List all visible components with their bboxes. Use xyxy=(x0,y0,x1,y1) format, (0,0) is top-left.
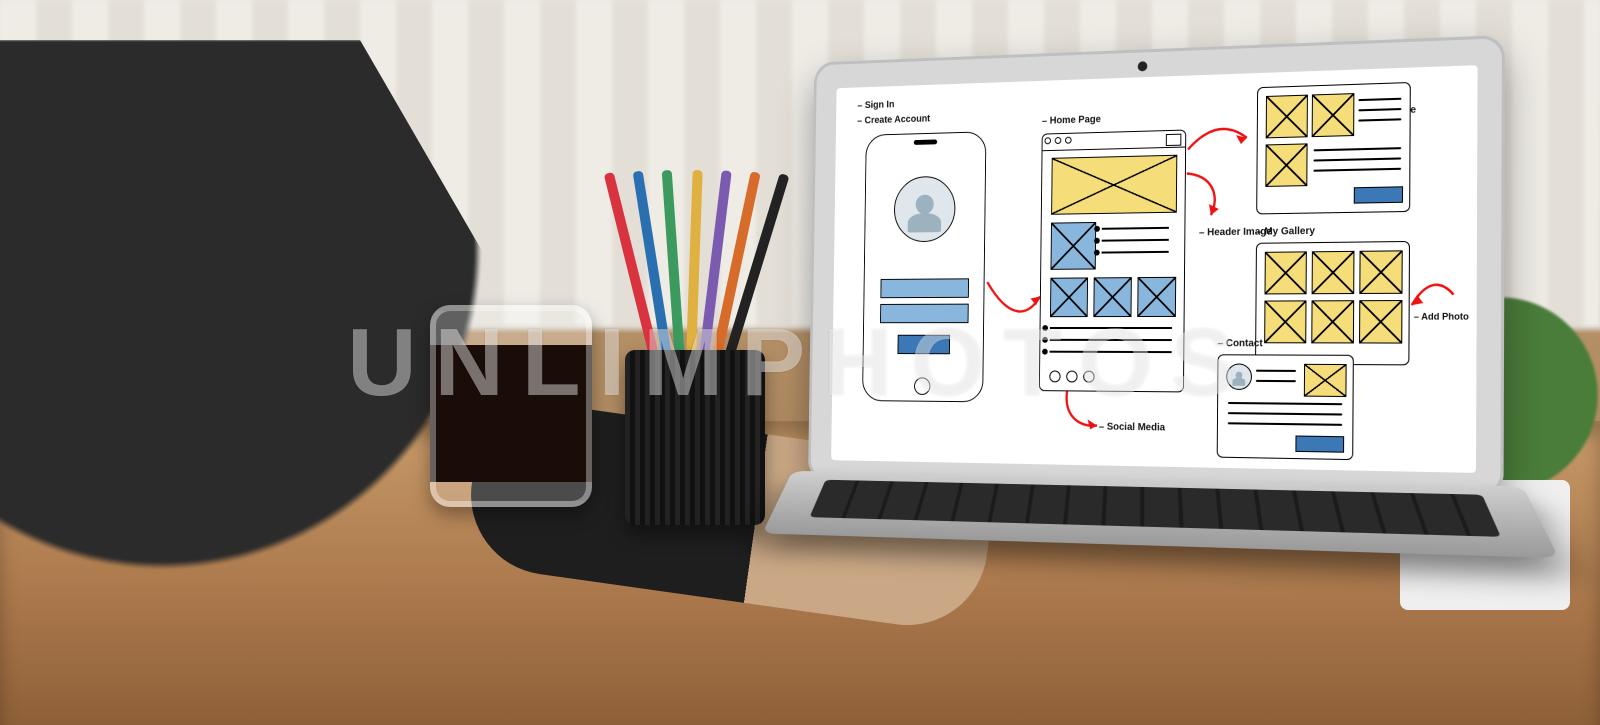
contact-image xyxy=(1304,364,1347,397)
arrow-icon xyxy=(1184,118,1253,160)
label-add-photo: Add Photo xyxy=(1414,311,1469,322)
text-line xyxy=(1102,251,1169,254)
profile-thumb xyxy=(1265,143,1307,187)
text-line xyxy=(1228,412,1342,415)
signin-phone-frame xyxy=(862,131,986,402)
label-social-media: Social Media xyxy=(1099,422,1165,434)
arrow-icon xyxy=(982,267,1048,326)
hero-image xyxy=(1051,155,1177,215)
text-line xyxy=(1313,168,1401,172)
profile-thumb xyxy=(1266,95,1308,139)
thumb-image xyxy=(1093,277,1132,317)
text-line xyxy=(1228,402,1342,405)
home-page-frame xyxy=(1039,130,1186,393)
label-contact: Contact xyxy=(1218,338,1263,349)
password-field xyxy=(880,304,969,324)
text-line xyxy=(1314,147,1402,151)
laptop: Sign In Create Account xyxy=(806,35,1505,624)
arrow-icon xyxy=(1182,164,1231,225)
text-line xyxy=(1313,157,1401,161)
label-create-account: Create Account xyxy=(857,114,930,127)
signin-button xyxy=(897,335,950,355)
social-icon xyxy=(1083,371,1095,383)
gallery-thumb xyxy=(1264,300,1306,343)
text-line xyxy=(1358,98,1401,101)
profile-thumb xyxy=(1312,93,1355,137)
save-button xyxy=(1354,186,1403,203)
edit-profile-frame xyxy=(1256,82,1411,214)
text-line xyxy=(1050,327,1172,329)
search-icon xyxy=(1166,134,1182,146)
gallery-thumb xyxy=(1359,300,1402,344)
text-line xyxy=(1358,118,1401,121)
phone-home-icon xyxy=(914,377,930,395)
text-line xyxy=(1050,351,1172,353)
label-sign-in: Sign In xyxy=(857,100,894,112)
text-line xyxy=(1102,239,1169,242)
text-line xyxy=(1256,380,1296,382)
arrow-icon xyxy=(1405,274,1457,316)
text-line xyxy=(1358,108,1401,111)
avatar-icon xyxy=(1226,363,1252,390)
stock-photo-scene: Sign In Create Account xyxy=(0,0,1600,725)
social-icon xyxy=(1049,370,1060,382)
thumb-image xyxy=(1137,277,1176,317)
send-button xyxy=(1295,435,1344,452)
laptop-base xyxy=(762,471,1559,558)
username-field xyxy=(880,278,969,298)
browser-bar xyxy=(1043,131,1186,152)
label-my-gallery: My Gallery xyxy=(1256,226,1315,238)
text-line xyxy=(1050,339,1172,341)
gallery-frame xyxy=(1255,241,1410,365)
social-icon xyxy=(1066,371,1077,383)
gallery-thumb xyxy=(1312,251,1355,294)
contact-frame xyxy=(1217,354,1354,460)
laptop-lid: Sign In Create Account xyxy=(808,35,1505,497)
phone-speaker-icon xyxy=(914,139,937,144)
laptop-keyboard xyxy=(809,480,1500,537)
thumb-image xyxy=(1050,277,1088,317)
coffee-glass xyxy=(430,305,592,507)
content-image xyxy=(1051,222,1097,270)
wireframe-canvas: Sign In Create Account xyxy=(831,65,1477,473)
gallery-thumb xyxy=(1265,251,1307,294)
text-line xyxy=(1102,227,1169,230)
pencil-cup xyxy=(625,350,765,525)
avatar-icon xyxy=(894,176,956,243)
gallery-thumb xyxy=(1359,250,1402,294)
label-home-page: Home Page xyxy=(1042,114,1101,127)
webcam-icon xyxy=(1138,61,1148,71)
gallery-thumb xyxy=(1311,300,1354,343)
text-line xyxy=(1228,422,1342,426)
laptop-screen: Sign In Create Account xyxy=(831,65,1477,473)
text-line xyxy=(1256,370,1296,372)
